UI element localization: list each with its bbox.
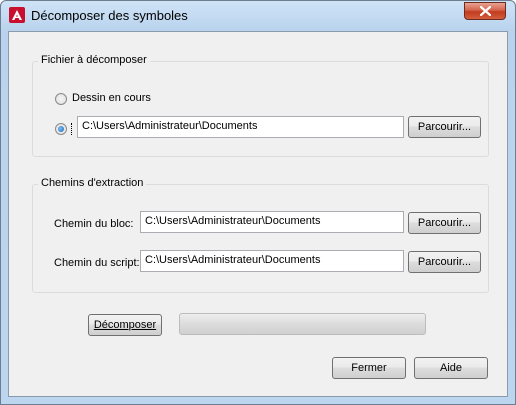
file-path-radio[interactable] [55,123,67,135]
close-window-button[interactable] [464,2,506,20]
block-path-label: Chemin du bloc: [54,218,134,230]
block-browse-button[interactable]: Parcourir... [408,212,481,234]
dialog-window: Décomposer des symboles Fichier à décomp… [0,0,516,405]
block-path-input[interactable]: C:\Users\Administrateur\Documents [140,211,404,233]
script-browse-button[interactable]: Parcourir... [408,251,481,273]
file-browse-button[interactable]: Parcourir... [408,116,481,138]
close-icon [480,6,491,16]
close-button[interactable]: Fermer [332,357,406,379]
file-to-decompose-group: Fichier à décomposer Dessin en cours C:\… [32,54,489,157]
extraction-paths-group: Chemins d'extraction Chemin du bloc: C:\… [32,177,489,293]
window-title: Décomposer des symboles [31,8,188,23]
script-path-input[interactable]: C:\Users\Administrateur\Documents [140,250,404,272]
current-drawing-label[interactable]: Dessin en cours [72,92,151,104]
title-bar[interactable]: Décomposer des symboles [1,1,515,31]
decompose-progress-bar [179,313,426,335]
decompose-button[interactable]: Décomposer [88,314,162,336]
focus-indicator [71,123,73,135]
script-path-label: Chemin du script: [54,257,140,269]
file-path-input[interactable]: C:\Users\Administrateur\Documents [77,116,404,138]
current-drawing-radio[interactable] [55,93,67,105]
autocad-app-icon [9,7,25,23]
dialog-client-area: Fichier à décomposer Dessin en cours C:\… [8,31,508,397]
extract-group-title: Chemins d'extraction [38,177,147,189]
decompose-button-label: Décomposer [93,319,157,331]
help-button[interactable]: Aide [414,357,488,379]
file-group-title: Fichier à décomposer [38,54,150,66]
